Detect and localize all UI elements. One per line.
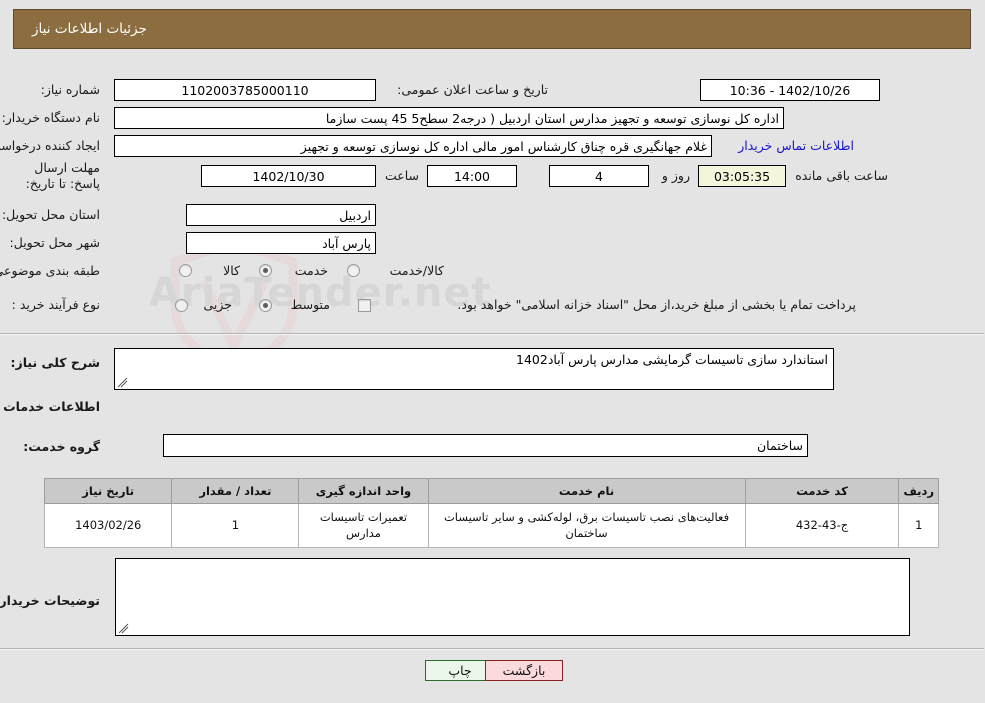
- remaining-days-label: روز و: [662, 168, 691, 183]
- general-description-label: شرح کلی نیاز:: [11, 355, 101, 370]
- public-announce-label: تاریخ و ساعت اعلان عمومی:: [398, 82, 549, 97]
- cell-unit: تعمیرات تاسیسات مدارس: [299, 502, 430, 549]
- table-header-row: ردیف کد خدمت نام خدمت واحد اندازه گیری ت…: [44, 478, 940, 504]
- category-radio-kala-khedmat[interactable]: [348, 264, 361, 277]
- province-label: استان محل تحویل:: [2, 207, 101, 222]
- page-root: AriaTender.net جزئیات اطلاعات نیاز شماره…: [0, 0, 985, 703]
- category-option-label-0: کالا: [224, 263, 241, 278]
- buyer-contact-link[interactable]: اطلاعات تماس خریدار: [739, 138, 855, 153]
- th-qty: تعداد / مقدار: [172, 478, 301, 504]
- treasury-bond-label: پرداخت تمام یا بخشی از مبلغ خرید،از محل …: [458, 297, 857, 312]
- category-label: طبقه بندی موضوعی:: [0, 263, 101, 278]
- city-label: شهر محل تحویل:: [10, 235, 101, 250]
- window-title-bar: جزئیات اطلاعات نیاز: [14, 9, 972, 49]
- buyer-notes-textarea[interactable]: [116, 558, 911, 636]
- remaining-time-field: 03:05:35: [699, 165, 787, 187]
- need-number-label: شماره نیاز:: [41, 82, 101, 97]
- general-description-textarea[interactable]: استاندارد سازی تاسیسات گرمایشی مدارس پار…: [115, 348, 835, 390]
- process-radio-motevaset[interactable]: [260, 299, 273, 312]
- category-radio-kala[interactable]: [180, 264, 193, 277]
- resize-grip-icon[interactable]: [118, 377, 129, 388]
- th-radif: ردیف: [899, 478, 940, 504]
- remaining-time-label: ساعت باقی مانده: [796, 168, 889, 183]
- cell-date: 1403/02/26: [44, 502, 174, 549]
- creator-label: ایجاد کننده درخواست:: [0, 138, 101, 153]
- back-button[interactable]: بازگشت: [486, 660, 564, 681]
- need-number-field[interactable]: 1102003785000110: [115, 79, 377, 101]
- province-field[interactable]: اردبیل: [187, 204, 377, 226]
- th-unit: واحد اندازه گیری: [299, 478, 430, 504]
- remaining-days-field[interactable]: 4: [550, 165, 650, 187]
- resize-grip-icon[interactable]: [119, 623, 130, 634]
- service-group-field[interactable]: ساختمان: [164, 434, 809, 457]
- buyer-org-label: نام دستگاه خریدار:: [2, 110, 101, 125]
- creator-field[interactable]: غلام جهانگیری قره چناق کارشناس امور مالی…: [115, 135, 713, 157]
- deadline-date-field[interactable]: 1402/10/30: [202, 165, 377, 187]
- process-option-label-1: متوسط: [291, 297, 331, 312]
- table-row: 1 ج-43-432 فعالیت‌های نصب تاسیسات برق، ل…: [44, 502, 940, 549]
- page-title: جزئیات اطلاعات نیاز: [33, 21, 148, 37]
- public-announce-field[interactable]: 1402/10/26 - 10:36: [701, 79, 881, 101]
- services-table: ردیف کد خدمت نام خدمت واحد اندازه گیری ت…: [44, 478, 940, 549]
- process-option-label-0: جزیی: [204, 297, 233, 312]
- category-option-label-1: خدمت: [295, 263, 329, 278]
- section-divider-2: [0, 648, 985, 650]
- city-field[interactable]: پارس آباد: [187, 232, 377, 254]
- deadline-label: مهلت ارسال پاسخ: تا تاریخ:: [26, 160, 101, 191]
- category-radio-khedmat[interactable]: [260, 264, 273, 277]
- th-date: تاریخ نیاز: [44, 478, 174, 504]
- service-group-label: گروه خدمت:: [24, 439, 101, 454]
- services-heading: اطلاعات خدمات مورد نیاز: [0, 399, 101, 414]
- general-description-value: استاندارد سازی تاسیسات گرمایشی مدارس پار…: [517, 352, 829, 367]
- cell-code: ج-43-432: [745, 502, 901, 549]
- category-option-label-2: کالا/خدمت: [390, 263, 445, 278]
- cell-radif: 1: [899, 502, 940, 549]
- cell-name: فعالیت‌های نصب تاسیسات برق، لوله‌کشی و س…: [428, 502, 747, 549]
- cell-qty: 1: [172, 502, 301, 549]
- treasury-bond-checkbox[interactable]: [359, 299, 372, 312]
- deadline-hour-field[interactable]: 14:00: [428, 165, 518, 187]
- buyer-org-field[interactable]: اداره کل نوسازی توسعه و تجهیز مدارس استا…: [115, 107, 785, 129]
- section-divider-1: [0, 333, 985, 335]
- process-radio-jozi[interactable]: [176, 299, 189, 312]
- process-label: نوع فرآیند خرید :: [12, 297, 101, 312]
- buyer-notes-label: توضیحات خریدار:: [0, 593, 101, 608]
- th-code: کد خدمت: [745, 478, 901, 504]
- deadline-hour-label: ساعت: [385, 168, 420, 183]
- th-name: نام خدمت: [428, 478, 747, 504]
